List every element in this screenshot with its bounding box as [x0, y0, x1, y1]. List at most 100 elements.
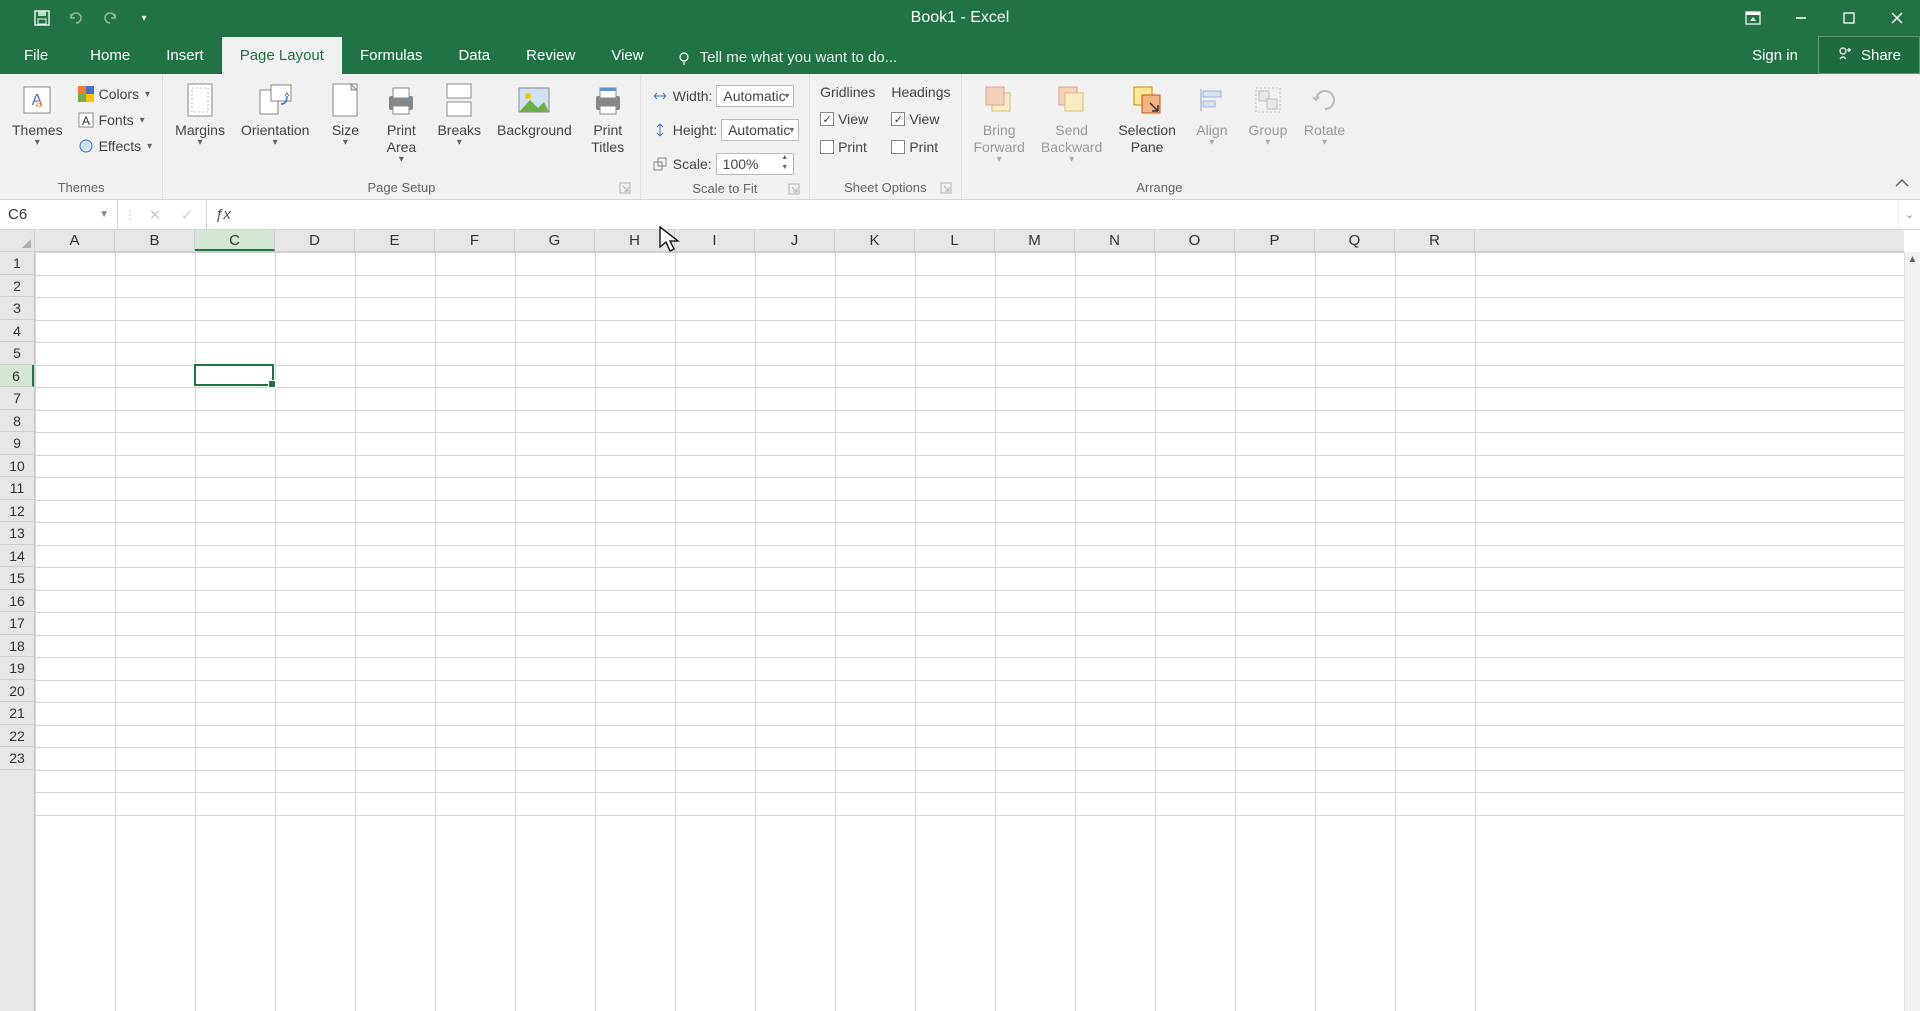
height-select[interactable]: Automatic▾ — [721, 119, 799, 141]
column-header[interactable]: G — [515, 230, 595, 251]
row-header[interactable]: 12 — [0, 500, 34, 523]
tab-review[interactable]: Review — [508, 37, 593, 74]
column-header[interactable]: M — [995, 230, 1075, 251]
row-header[interactable]: 23 — [0, 747, 34, 770]
selection-pane-button[interactable]: Selection Pane — [1112, 78, 1182, 160]
fx-icon[interactable]: ƒx — [207, 200, 239, 229]
row-header[interactable]: 15 — [0, 567, 34, 590]
tab-file[interactable]: File — [0, 37, 72, 74]
width-select[interactable]: Automatic▾ — [716, 85, 794, 107]
qat-customize-icon[interactable]: ▾ — [134, 8, 154, 28]
row-header[interactable]: 13 — [0, 522, 34, 545]
tab-data[interactable]: Data — [440, 37, 508, 74]
column-header[interactable]: D — [275, 230, 355, 251]
row-header[interactable]: 16 — [0, 590, 34, 613]
tab-home[interactable]: Home — [72, 37, 148, 74]
fonts-button[interactable]: A Fonts▾ — [73, 108, 157, 132]
column-header[interactable]: H — [595, 230, 675, 251]
print-titles-button[interactable]: Print Titles — [582, 78, 634, 160]
minimize-icon[interactable] — [1778, 0, 1824, 36]
scale-launcher-icon[interactable] — [787, 183, 801, 197]
save-icon[interactable] — [32, 8, 52, 28]
row-header[interactable]: 7 — [0, 387, 34, 410]
cells-area[interactable] — [35, 252, 1904, 1011]
scroll-up-icon[interactable]: ▲ — [1905, 252, 1920, 268]
gridlines-view-checkbox[interactable]: ✓View — [816, 108, 879, 130]
rotate-button[interactable]: Rotate▾ — [1298, 78, 1351, 152]
column-header[interactable]: Q — [1315, 230, 1395, 251]
column-header[interactable]: N — [1075, 230, 1155, 251]
collapse-ribbon-icon[interactable] — [1894, 176, 1910, 193]
column-header[interactable]: P — [1235, 230, 1315, 251]
row-header[interactable]: 2 — [0, 275, 34, 298]
row-header[interactable]: 18 — [0, 635, 34, 658]
bring-forward-button[interactable]: Bring Forward▾ — [968, 78, 1031, 169]
tab-page-layout[interactable]: Page Layout — [222, 37, 342, 74]
breaks-button[interactable]: Breaks▾ — [431, 78, 487, 152]
redo-icon[interactable] — [100, 8, 120, 28]
undo-icon[interactable] — [66, 8, 86, 28]
row-header[interactable]: 1 — [0, 252, 34, 275]
spin-down-icon[interactable]: ▼ — [779, 164, 791, 174]
row-header[interactable]: 8 — [0, 410, 34, 433]
column-header[interactable]: B — [115, 230, 195, 251]
themes-button[interactable]: Aa Themes ▾ — [6, 78, 69, 152]
sheet-options-launcher-icon[interactable] — [939, 182, 953, 196]
share-button[interactable]: Share — [1818, 36, 1920, 74]
colors-button[interactable]: Colors▾ — [73, 82, 157, 106]
column-header[interactable]: J — [755, 230, 835, 251]
send-backward-button[interactable]: Send Backward▾ — [1035, 78, 1108, 169]
spin-up-icon[interactable]: ▲ — [779, 154, 791, 164]
vertical-scrollbar[interactable]: ▲ — [1904, 252, 1920, 1011]
row-header[interactable]: 21 — [0, 702, 34, 725]
row-header[interactable]: 9 — [0, 432, 34, 455]
row-header[interactable]: 6 — [0, 365, 34, 388]
print-area-button[interactable]: Print Area▾ — [375, 78, 427, 169]
column-header[interactable]: L — [915, 230, 995, 251]
column-header[interactable]: F — [435, 230, 515, 251]
group-button[interactable]: Group▾ — [1242, 78, 1294, 152]
column-header[interactable]: O — [1155, 230, 1235, 251]
expand-formula-bar-icon[interactable]: ⌄ — [1898, 200, 1920, 229]
margins-button[interactable]: Margins▾ — [169, 78, 231, 152]
headings-print-checkbox[interactable]: Print — [887, 136, 954, 158]
align-button[interactable]: Align▾ — [1186, 78, 1238, 152]
gridlines-print-checkbox[interactable]: Print — [816, 136, 879, 158]
row-header[interactable]: 10 — [0, 455, 34, 478]
headings-view-checkbox[interactable]: ✓View — [887, 108, 954, 130]
column-header[interactable]: C — [195, 230, 275, 251]
row-header[interactable]: 17 — [0, 612, 34, 635]
column-header[interactable]: A — [35, 230, 115, 251]
background-button[interactable]: Background — [491, 78, 578, 143]
column-header[interactable]: K — [835, 230, 915, 251]
cancel-formula-icon[interactable]: ✕ — [142, 206, 168, 224]
page-setup-launcher-icon[interactable] — [618, 182, 632, 196]
row-header[interactable]: 3 — [0, 297, 34, 320]
name-box[interactable]: C6 ▼ — [0, 200, 118, 229]
formula-input[interactable] — [239, 200, 1898, 229]
tab-formulas[interactable]: Formulas — [342, 37, 441, 74]
select-all-button[interactable] — [0, 230, 35, 252]
row-header[interactable]: 5 — [0, 342, 34, 365]
close-icon[interactable] — [1874, 0, 1920, 36]
ribbon-display-options-icon[interactable] — [1730, 0, 1776, 36]
row-header[interactable]: 22 — [0, 725, 34, 748]
tab-insert[interactable]: Insert — [148, 37, 222, 74]
column-header[interactable]: E — [355, 230, 435, 251]
size-button[interactable]: Size▾ — [319, 78, 371, 152]
tell-me-search[interactable]: Tell me what you want to do... — [662, 41, 912, 74]
row-header[interactable]: 11 — [0, 477, 34, 500]
enter-formula-icon[interactable]: ✓ — [174, 206, 200, 224]
column-header[interactable]: R — [1395, 230, 1475, 251]
effects-button[interactable]: Effects▾ — [73, 134, 157, 158]
row-header[interactable]: 20 — [0, 680, 34, 703]
scale-input[interactable]: 100% ▲▼ — [716, 153, 794, 175]
sign-in-link[interactable]: Sign in — [1732, 37, 1818, 74]
row-header[interactable]: 14 — [0, 545, 34, 568]
column-header[interactable]: I — [675, 230, 755, 251]
maximize-icon[interactable] — [1826, 0, 1872, 36]
row-header[interactable]: 4 — [0, 320, 34, 343]
orientation-button[interactable]: Orientation▾ — [235, 78, 315, 152]
row-header[interactable]: 19 — [0, 657, 34, 680]
tab-view[interactable]: View — [593, 37, 661, 74]
